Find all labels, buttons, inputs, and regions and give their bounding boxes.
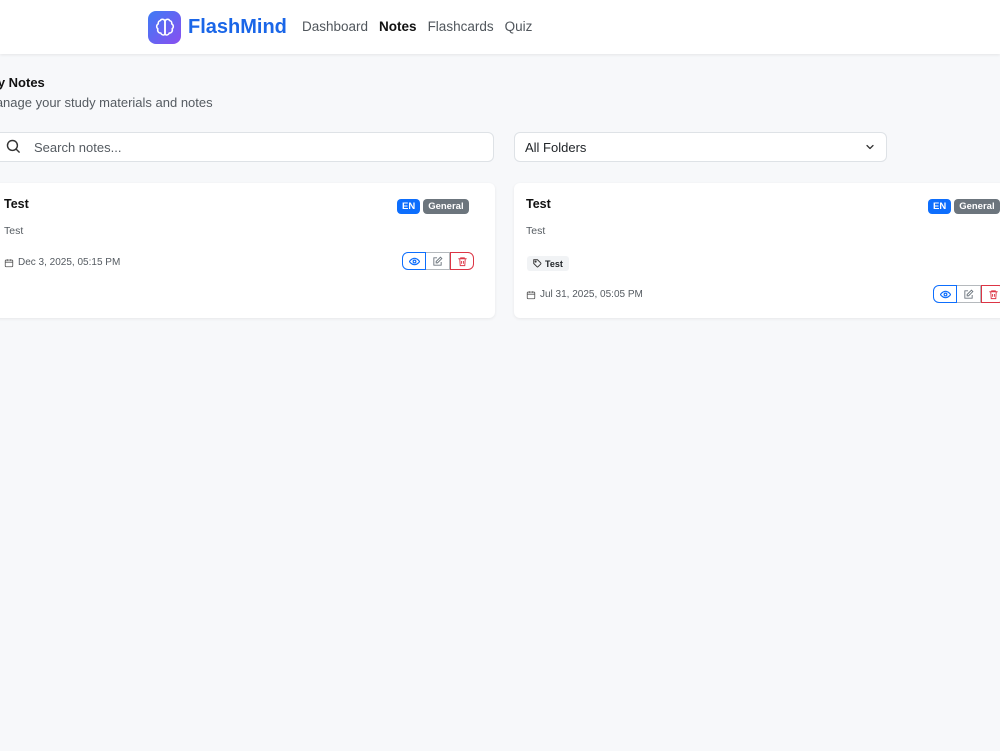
note-content: Test: [4, 225, 24, 237]
note-card[interactable]: Test EN General Test Dec 3, 2025, 05:15 …: [0, 183, 495, 318]
view-button[interactable]: [933, 285, 957, 303]
pencil-icon: [433, 255, 443, 266]
note-badges: EN General: [397, 199, 472, 214]
calendar-icon: [4, 258, 14, 267]
delete-button[interactable]: [450, 252, 474, 270]
nav-notes[interactable]: Notes: [379, 19, 417, 34]
note-date: Dec 3, 2025, 05:15 PM: [4, 257, 120, 268]
edit-button[interactable]: [957, 285, 981, 303]
trash-icon: [457, 256, 467, 266]
tag-icon: [533, 259, 542, 268]
note-title: Test: [526, 197, 551, 211]
nav-flashcards[interactable]: Flashcards: [428, 19, 494, 34]
brand-name: FlashMind: [188, 16, 287, 38]
note-card[interactable]: Test EN General Test Test Jul 31, 2025, …: [514, 183, 1000, 318]
note-date-text: Dec 3, 2025, 05:15 PM: [18, 257, 121, 268]
nav-quiz[interactable]: Quiz: [505, 19, 533, 34]
eye-icon: [408, 257, 420, 265]
eye-icon: [939, 290, 951, 298]
search-input[interactable]: [34, 139, 454, 155]
nav-dashboard[interactable]: Dashboard: [302, 19, 368, 34]
note-content: Test: [526, 225, 546, 237]
note-tag-label: Test: [545, 258, 563, 269]
folder-select[interactable]: All Folders: [514, 132, 887, 162]
page-title: My Notes: [0, 75, 45, 90]
calendar-icon: [526, 290, 536, 299]
search-box: [0, 132, 494, 162]
delete-button[interactable]: [981, 285, 1000, 303]
pencil-icon: [964, 288, 974, 299]
note-date-text: Jul 31, 2025, 05:05 PM: [540, 289, 643, 300]
folder-badge: General: [423, 199, 469, 214]
folder-badge: General: [954, 199, 1000, 214]
note-badges: EN General: [928, 199, 1000, 214]
view-button[interactable]: [402, 252, 426, 270]
page-subtitle: Manage your study materials and notes: [0, 95, 213, 110]
chevron-down-icon: [864, 141, 876, 153]
note-title: Test: [4, 197, 29, 211]
brand-link[interactable]: FlashMind: [148, 11, 287, 44]
note-actions: [933, 285, 1000, 303]
trash-icon: [988, 289, 998, 299]
note-tag: Test: [527, 256, 569, 271]
top-navbar: FlashMind Dashboard Notes Flashcards Qui…: [0, 0, 1000, 54]
edit-button[interactable]: [426, 252, 450, 270]
folder-select-value: All Folders: [525, 139, 587, 155]
brain-icon: [148, 11, 181, 44]
language-badge: EN: [928, 199, 952, 214]
nav-links: Dashboard Notes Flashcards Quiz: [302, 19, 543, 34]
search-icon: [5, 138, 23, 156]
note-date: Jul 31, 2025, 05:05 PM: [526, 289, 643, 300]
note-actions: [402, 252, 474, 270]
language-badge: EN: [397, 199, 421, 214]
